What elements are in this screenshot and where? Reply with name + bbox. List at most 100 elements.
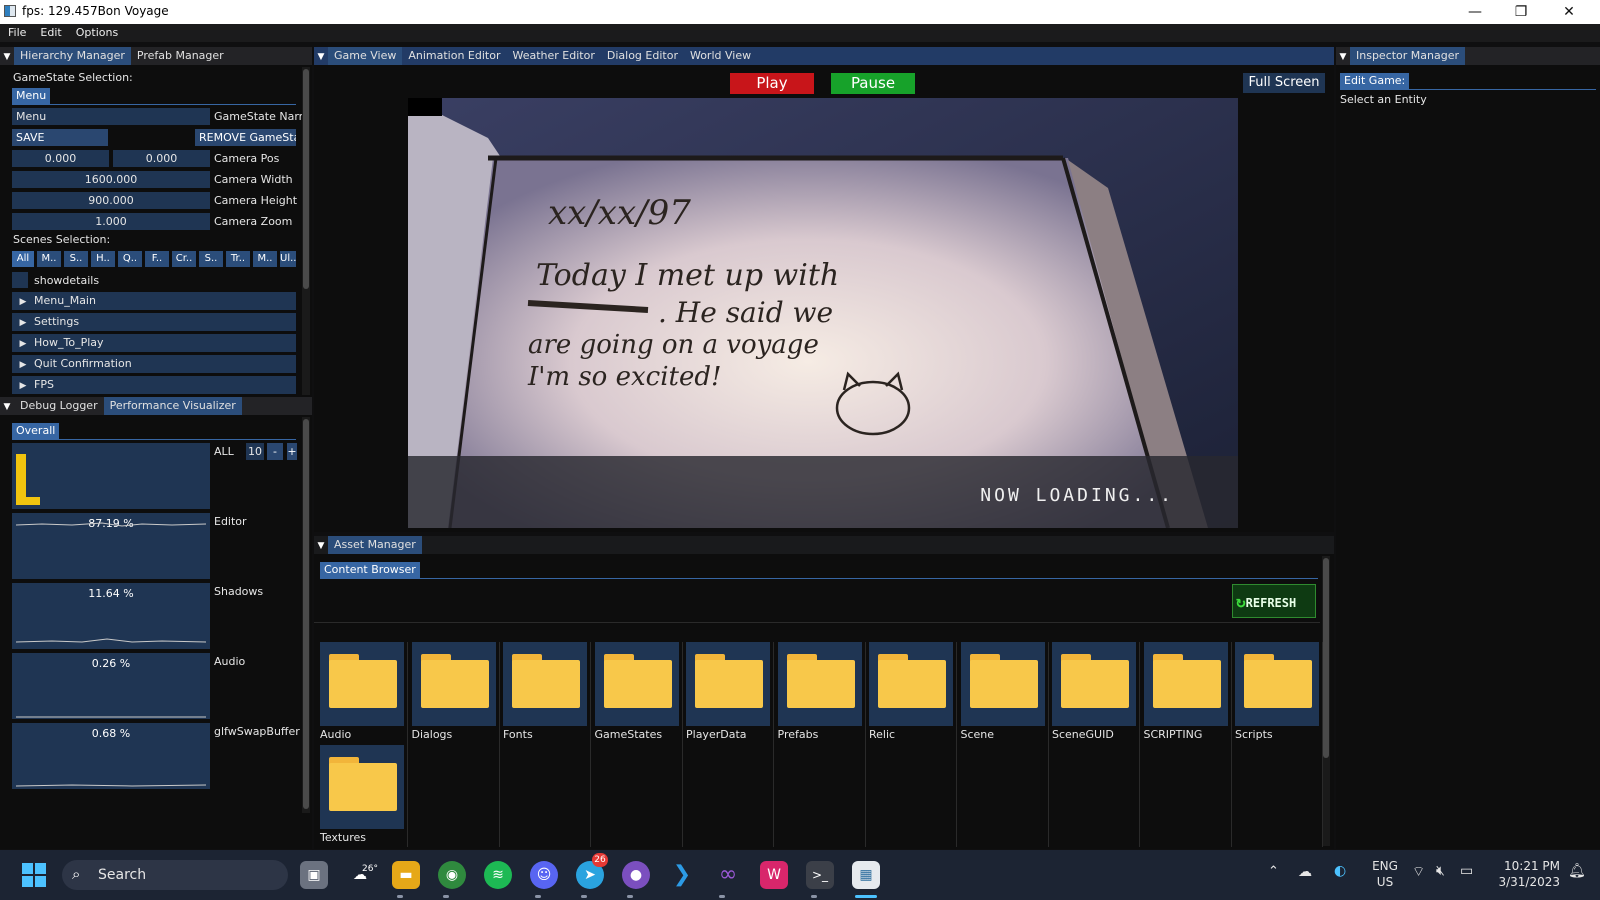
tab-inspector-manager[interactable]: Inspector Manager — [1350, 47, 1466, 65]
camera-width-input[interactable]: 1600.000 — [12, 171, 210, 188]
pause-button[interactable]: Pause — [831, 73, 915, 94]
folder-tile[interactable] — [594, 642, 679, 726]
decrement-button[interactable]: - — [267, 443, 283, 460]
scene-chip[interactable]: H.. — [91, 251, 115, 267]
camera-pos-x-input[interactable]: 0.000 — [12, 150, 109, 167]
github-icon[interactable]: ● — [622, 861, 650, 889]
volume-muted-icon[interactable]: 🔇︎ — [1436, 863, 1445, 879]
spotify-icon[interactable]: ≋ — [484, 861, 512, 889]
start-button[interactable] — [20, 861, 48, 889]
expand-arrow-icon[interactable]: ▶ — [12, 335, 34, 353]
telegram-icon[interactable]: ➤ 26 — [576, 853, 608, 889]
close-button[interactable]: ✕ — [1546, 0, 1592, 24]
scene-chip[interactable]: Tr.. — [226, 251, 250, 267]
scene-chip[interactable]: Ul.. — [280, 251, 296, 267]
increment-button[interactable]: + — [287, 443, 297, 460]
collapse-arrow-icon[interactable]: ▼ — [314, 48, 328, 66]
game-app-icon[interactable]: ▦ — [852, 861, 880, 889]
collapse-arrow-icon[interactable]: ▼ — [1336, 48, 1350, 66]
tree-item-menu-main[interactable]: ▶ Menu_Main — [12, 292, 296, 310]
onedrive-icon[interactable]: ☁ — [1298, 864, 1312, 880]
tab-animation-editor[interactable]: Animation Editor — [402, 47, 506, 65]
remove-gamestate-button[interactable]: REMOVE GameSta — [195, 129, 296, 146]
maximize-button[interactable]: ❐ — [1498, 0, 1544, 24]
scene-chip[interactable]: M.. — [37, 251, 61, 267]
expand-arrow-icon[interactable]: ▶ — [12, 314, 34, 332]
expand-arrow-icon[interactable]: ▶ — [12, 377, 34, 395]
folder-tile[interactable] — [503, 642, 587, 726]
gamestate-name-input[interactable]: Menu — [12, 108, 210, 125]
weather-icon[interactable]: ☁ 26° — [346, 861, 378, 889]
folder-tile[interactable] — [1235, 642, 1319, 726]
file-explorer-icon[interactable]: ▬ — [392, 861, 420, 889]
tab-dialog-editor[interactable]: Dialog Editor — [601, 47, 684, 65]
notification-bell-icon[interactable]: 🔔︎ — [1568, 863, 1586, 879]
overall-tab[interactable]: Overall — [12, 423, 60, 439]
folder-tile[interactable] — [1143, 642, 1228, 726]
collapse-arrow-icon[interactable]: ▼ — [314, 537, 328, 555]
scene-chip-all[interactable]: All — [12, 251, 34, 267]
collapse-arrow-icon[interactable]: ▼ — [0, 398, 14, 416]
search-box[interactable]: ⌕ Search — [62, 860, 288, 890]
folder-tile[interactable] — [1052, 642, 1136, 726]
discord-icon[interactable]: ☺ — [530, 861, 558, 889]
camera-pos-y-input[interactable]: 0.000 — [113, 150, 210, 167]
folder-tile[interactable] — [686, 642, 770, 726]
refresh-button[interactable]: ↻REFRESH — [1232, 584, 1316, 618]
gamestate-chip-menu[interactable]: Menu — [12, 88, 51, 104]
task-view-icon[interactable]: ▣ — [300, 861, 328, 889]
menu-file[interactable]: File — [0, 24, 32, 41]
camera-zoom-input[interactable]: 1.000 — [12, 213, 210, 230]
sample-count-input[interactable]: 10 — [246, 443, 264, 460]
battery-icon[interactable]: ▭ — [1460, 863, 1473, 879]
tab-asset-manager[interactable]: Asset Manager — [328, 536, 422, 554]
play-button[interactable]: Play — [730, 73, 814, 94]
tab-weather-editor[interactable]: Weather Editor — [507, 47, 601, 65]
folder-tile[interactable] — [320, 642, 404, 726]
scene-chip[interactable]: Cr.. — [172, 251, 196, 267]
wifi-icon[interactable]: ⌔ — [1412, 863, 1425, 881]
game-viewport[interactable]: xx/xx/97 Today I met up with . He said w… — [408, 98, 1238, 528]
chrome-icon[interactable]: ◉ — [438, 861, 466, 889]
folder-tile[interactable] — [777, 642, 862, 726]
tab-prefab-manager[interactable]: Prefab Manager — [131, 47, 230, 65]
content-browser-tab[interactable]: Content Browser — [320, 562, 420, 578]
asset-scrollbar[interactable] — [1322, 556, 1330, 846]
tab-game-view[interactable]: Game View — [328, 47, 403, 65]
terminal-icon[interactable]: >_ — [806, 861, 834, 889]
tree-item-how-to-play[interactable]: ▶ How_To_Play — [12, 334, 296, 352]
performance-scrollbar[interactable] — [302, 417, 310, 813]
tab-world-view[interactable]: World View — [684, 47, 757, 65]
language-indicator[interactable]: ENG US — [1370, 858, 1400, 890]
scene-chip[interactable]: S.. — [64, 251, 88, 267]
tab-debug-logger[interactable]: Debug Logger — [14, 397, 104, 415]
scene-chip[interactable]: M.. — [253, 251, 277, 267]
edit-game-chip[interactable]: Edit Game: — [1340, 73, 1410, 89]
collapse-arrow-icon[interactable]: ▼ — [0, 48, 14, 66]
scene-chip[interactable]: F.. — [145, 251, 169, 267]
tab-hierarchy-manager[interactable]: Hierarchy Manager — [14, 47, 131, 65]
edge-icon[interactable]: ◐ — [1334, 863, 1346, 879]
menu-options[interactable]: Options — [68, 24, 124, 41]
fullscreen-button[interactable]: Full Screen — [1243, 73, 1325, 93]
expand-arrow-icon[interactable]: ▶ — [12, 293, 34, 311]
vscode-icon[interactable]: ❯ — [668, 861, 696, 889]
tab-performance-visualizer[interactable]: Performance Visualizer — [103, 397, 242, 415]
save-gamestate-button[interactable]: SAVE GameState — [12, 129, 108, 161]
tree-item-settings[interactable]: ▶ Settings — [12, 313, 296, 331]
tree-item-fps[interactable]: ▶ FPS — [12, 376, 296, 394]
folder-tile[interactable] — [320, 745, 404, 829]
visual-studio-icon[interactable]: ∞ — [714, 861, 742, 889]
clock[interactable]: 10:21 PM 3/31/2023 — [1488, 858, 1560, 890]
camera-height-input[interactable]: 900.000 — [12, 192, 210, 209]
app-icon-pink[interactable]: W — [760, 861, 788, 889]
folder-tile[interactable] — [960, 642, 1045, 726]
scene-chip[interactable]: Q.. — [118, 251, 142, 267]
folder-tile[interactable] — [869, 642, 953, 726]
expand-arrow-icon[interactable]: ▶ — [12, 356, 34, 374]
hierarchy-scrollbar[interactable] — [302, 67, 310, 395]
showdetails-checkbox[interactable] — [12, 272, 28, 288]
scene-chip[interactable]: S.. — [199, 251, 223, 267]
chevron-up-icon[interactable]: ⌃ — [1268, 864, 1279, 879]
folder-tile[interactable] — [411, 642, 496, 726]
